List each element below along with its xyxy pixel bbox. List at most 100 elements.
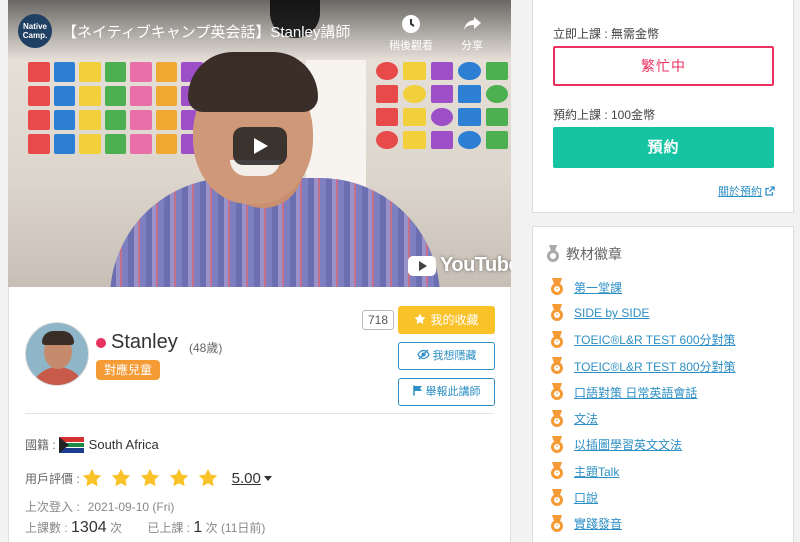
medal-icon bbox=[551, 383, 563, 401]
report-tutor-button[interactable]: 舉報此講師 bbox=[398, 378, 495, 406]
south-africa-flag-icon bbox=[58, 436, 84, 453]
badge-link[interactable]: 口說 bbox=[574, 489, 598, 506]
badge-item: TOEIC®L&R TEST 600分對策 bbox=[550, 327, 736, 353]
badge-item: 口語對策 日常英語會話 bbox=[550, 379, 736, 405]
medal-icon bbox=[551, 330, 563, 348]
star-icon bbox=[140, 468, 159, 487]
channel-logo[interactable]: Native Camp. bbox=[18, 14, 52, 48]
star-icon bbox=[169, 468, 188, 487]
flag-icon bbox=[412, 385, 422, 396]
watch-later-label: 稍後觀看 bbox=[389, 40, 433, 52]
youtube-play-icon bbox=[408, 255, 436, 276]
medal-icon bbox=[551, 488, 563, 506]
badge-item: 實踐發音 bbox=[550, 511, 736, 537]
youtube-logo[interactable]: YouTube bbox=[408, 254, 511, 277]
badge-link[interactable]: SIDE by SIDE bbox=[574, 306, 649, 320]
play-button[interactable] bbox=[233, 127, 287, 165]
last-login-label: 上次登入 : bbox=[25, 500, 80, 514]
medal-icon bbox=[551, 462, 563, 480]
share-button[interactable]: 分享 bbox=[461, 14, 483, 53]
lesson-count-unit: 次 bbox=[109, 521, 122, 535]
reserve-lesson-label: 預約上課 : 100金幣 bbox=[553, 108, 656, 122]
rating-value[interactable]: 5.00 bbox=[232, 470, 261, 487]
busy-button[interactable]: 繁忙中 bbox=[553, 46, 774, 86]
report-tutor-label: 舉報此講師 bbox=[425, 386, 481, 398]
rating-stars bbox=[82, 468, 218, 488]
instant-lesson-label: 立即上課 : 無需金幣 bbox=[553, 27, 660, 41]
favorite-button[interactable]: 我的收藏 bbox=[398, 306, 495, 334]
video-title[interactable]: 【ネイティブキャンプ英会話】Stanley講師 bbox=[62, 21, 350, 42]
star-icon bbox=[111, 468, 130, 487]
star-icon bbox=[414, 313, 426, 324]
badge-item: 以插圖學習英文文法 bbox=[550, 432, 736, 458]
badges-header: 教材徽章 bbox=[546, 244, 622, 264]
shapes-poster bbox=[376, 62, 508, 149]
badge-list: 第一堂課 SIDE by SIDE TOEIC®L&R TEST 600分對策 TOE… bbox=[550, 274, 736, 537]
external-link-icon bbox=[765, 186, 775, 196]
medal-icon bbox=[551, 435, 563, 453]
watch-later-button[interactable]: 稍後觀看 bbox=[389, 14, 433, 53]
reserve-button[interactable]: 預約 bbox=[553, 127, 774, 168]
taken-count-unit: 次 bbox=[205, 521, 218, 535]
star-icon bbox=[198, 468, 217, 487]
taken-label: 已上課 : bbox=[147, 521, 190, 535]
rating-label: 用戶評價 : bbox=[25, 471, 80, 486]
booking-card: 立即上課 : 無需金幣 繁忙中 預約上課 : 100金幣 預約 關於預約 bbox=[532, 0, 794, 213]
last-login-row: 上次登入 : 2021-09-10 (Fri) bbox=[25, 498, 174, 515]
tutor-name: Stanley bbox=[111, 331, 178, 353]
badge-link[interactable]: 口語對策 日常英語會話 bbox=[574, 384, 697, 401]
kids-badge: 對應兒童 bbox=[96, 360, 161, 380]
medal-icon bbox=[551, 278, 563, 296]
hide-tutor-button[interactable]: 我想隱藏 bbox=[398, 342, 495, 370]
medal-icon bbox=[551, 304, 563, 322]
badge-link[interactable]: 文法 bbox=[574, 410, 598, 427]
lesson-count-label: 上課數 : bbox=[25, 521, 68, 535]
medal-icon bbox=[547, 245, 559, 262]
status-dot-icon bbox=[96, 338, 106, 348]
clock-icon bbox=[402, 15, 420, 33]
hide-tutor-label: 我想隱藏 bbox=[432, 350, 477, 362]
badge-link[interactable]: 主題Talk bbox=[574, 463, 619, 480]
tutor-hair bbox=[188, 52, 318, 112]
video-player[interactable]: Native Camp. 【ネイティブキャンプ英会話】Stanley講師 稍後觀… bbox=[8, 0, 511, 287]
chevron-down-icon[interactable] bbox=[263, 475, 272, 481]
lesson-count-value: 1304 bbox=[71, 519, 107, 536]
tutor-age: (48歲) bbox=[189, 341, 223, 355]
medal-icon bbox=[551, 357, 563, 375]
about-reservation-link[interactable]: 關於預約 bbox=[718, 183, 775, 199]
nationality-value: South Africa bbox=[88, 437, 159, 452]
favorite-count: 718 bbox=[362, 310, 395, 330]
medal-icon bbox=[551, 409, 563, 427]
material-badges-card: 教材徽章 第一堂課 SIDE by SIDE TOEIC®L&R TEST 600分… bbox=[532, 226, 794, 542]
play-icon bbox=[254, 138, 268, 154]
last-login-value: 2021-09-10 (Fri) bbox=[87, 500, 175, 514]
alphabet-poster bbox=[28, 62, 203, 154]
youtube-wordmark: YouTube bbox=[440, 254, 511, 276]
favorite-button-label: 我的收藏 bbox=[430, 313, 479, 327]
badge-item: SIDE by SIDE bbox=[550, 300, 736, 326]
nationality-row: 國籍 : South Africa bbox=[25, 436, 159, 453]
badges-title: 教材徽章 bbox=[566, 246, 622, 262]
rating-row: 用戶評價 : 5.00 bbox=[25, 468, 272, 488]
badge-link[interactable]: 以插圖學習英文文法 bbox=[574, 436, 682, 453]
badge-link[interactable]: TOEIC®L&R TEST 800分對策 bbox=[574, 358, 736, 375]
share-icon bbox=[464, 17, 481, 30]
badge-item: 口說 bbox=[550, 484, 736, 510]
badge-link[interactable]: 第一堂課 bbox=[574, 279, 622, 296]
lesson-count-row: 上課數 : 1304 次 已上課 : 1 次 (11日前) bbox=[25, 519, 265, 537]
share-label: 分享 bbox=[461, 40, 483, 52]
badge-item: TOEIC®L&R TEST 800分對策 bbox=[550, 353, 736, 379]
taken-ago: (11日前) bbox=[220, 521, 266, 535]
badge-item: 主題Talk bbox=[550, 458, 736, 484]
tutor-avatar[interactable] bbox=[25, 322, 89, 386]
profile-divider bbox=[25, 413, 494, 414]
badge-link[interactable]: TOEIC®L&R TEST 600分對策 bbox=[574, 331, 736, 348]
tutor-profile-card: Stanley (48歲) 對應兒童 718 我的收藏 我想隱藏 舉報此講師 國… bbox=[8, 287, 511, 542]
eye-slash-icon bbox=[416, 349, 430, 360]
badge-item: 文法 bbox=[550, 405, 736, 431]
nationality-label: 國籍 : bbox=[25, 438, 56, 452]
medal-icon bbox=[551, 514, 563, 532]
badge-link[interactable]: 實踐發音 bbox=[574, 515, 622, 532]
about-reservation-label: 關於預約 bbox=[718, 186, 762, 198]
badge-item: 第一堂課 bbox=[550, 274, 736, 300]
